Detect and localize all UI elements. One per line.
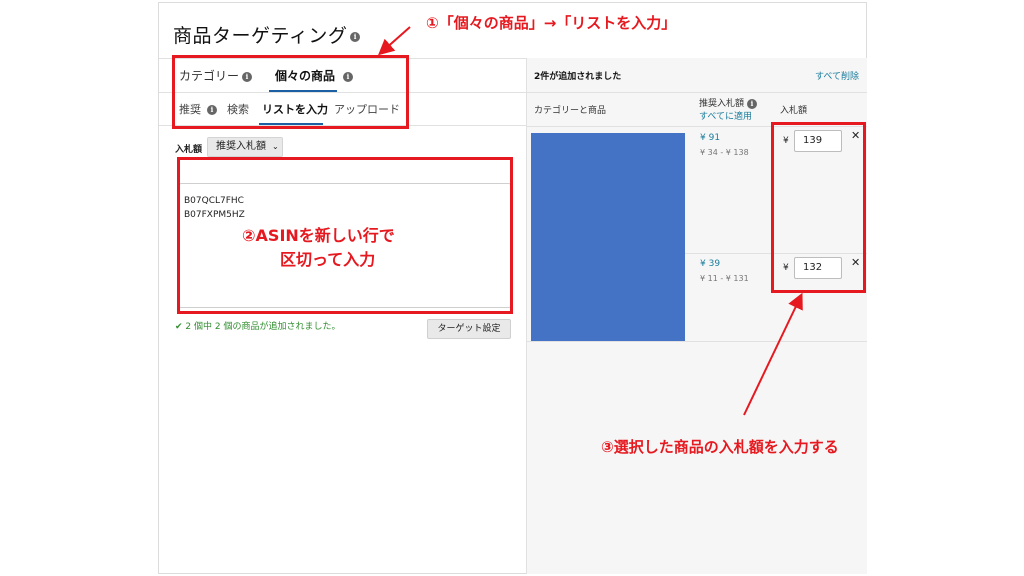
suggested-bid: ¥ 91 <box>700 133 721 143</box>
annotation-step-3: ③選択した商品の入札額を入力する <box>601 438 839 456</box>
annotation-step-2-line2: 区切って入力 <box>280 250 376 269</box>
bid-label: 入札額 <box>175 145 203 155</box>
info-icon[interactable]: i <box>747 98 758 109</box>
divider <box>527 341 867 342</box>
bid-dropdown-value: 推奨入札額 <box>216 141 266 152</box>
annotation-step-2-line1: ②ASINを新しい行で <box>242 226 395 245</box>
remove-all-link[interactable]: すべて削除 <box>815 69 859 82</box>
chevron-down-icon: ⌄ <box>272 142 279 151</box>
highlight-bid-inputs <box>771 122 866 293</box>
set-target-button[interactable]: ターゲット設定 <box>427 319 511 339</box>
product-image-placeholder <box>531 133 685 341</box>
annotation-step-1: ①「個々の商品」→「リストを入力」 <box>426 14 677 32</box>
suggested-bid: ¥ 39 <box>700 259 721 269</box>
checkmark-icon: ✔ <box>175 322 183 332</box>
added-count: 2件が追加されました <box>534 72 622 82</box>
col-header-suggested: 推奨入札額 i <box>699 96 758 109</box>
page-title: 商品ターゲティング i <box>173 21 361 48</box>
info-icon[interactable]: i <box>350 31 361 42</box>
highlight-tabs <box>172 55 409 129</box>
status-message: ✔ 2 個中 2 個の商品が追加されました。 <box>175 322 341 332</box>
col-header-bid: 入札額 <box>780 106 808 116</box>
suggested-range: ¥ 11 - ¥ 131 <box>700 274 749 283</box>
apply-all-link[interactable]: すべてに適用 <box>699 109 752 122</box>
bid-dropdown[interactable]: 推奨入札額 ⌄ <box>207 137 283 157</box>
divider <box>527 92 867 93</box>
col-header-product: カテゴリーと商品 <box>534 106 607 116</box>
suggested-range: ¥ 34 - ¥ 138 <box>700 148 749 157</box>
